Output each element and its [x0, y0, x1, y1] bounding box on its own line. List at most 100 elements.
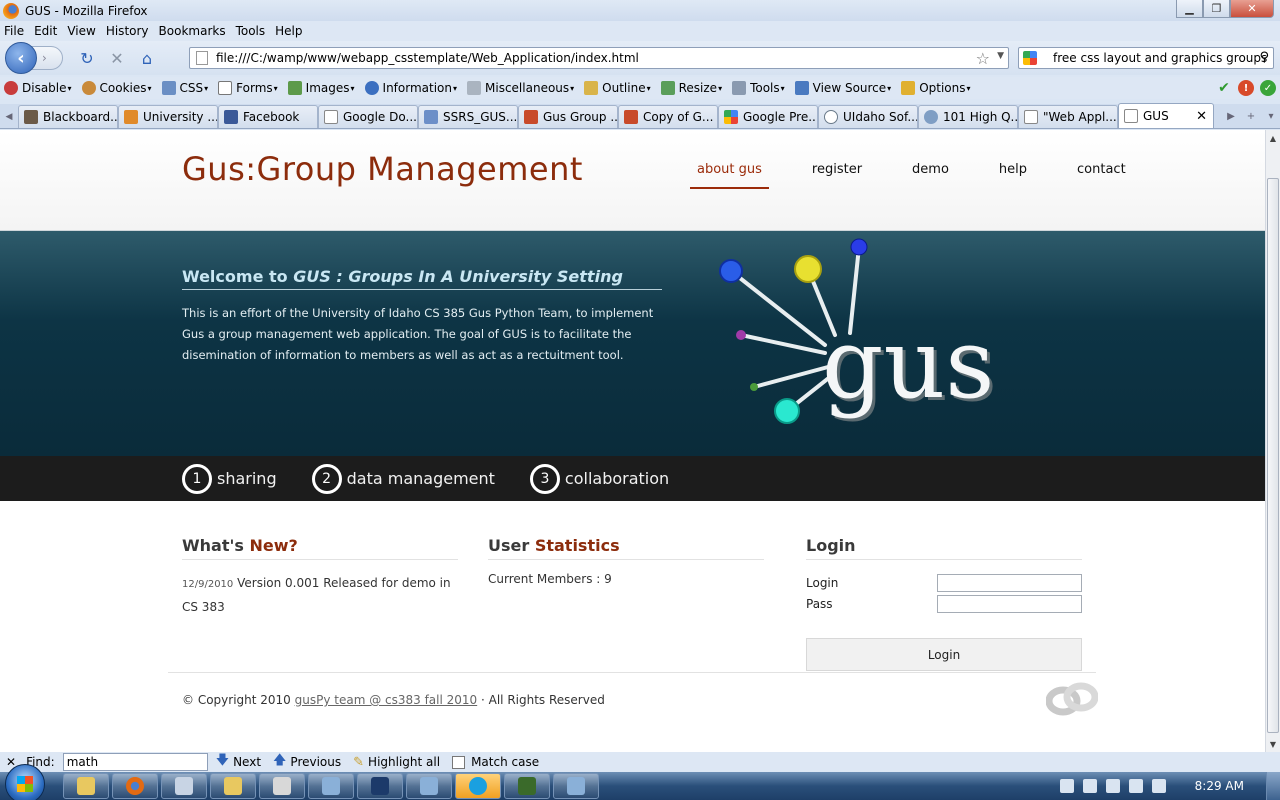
team-link[interactable]: gusPy team @ cs383 fall 2010 — [295, 693, 478, 707]
network-signal-icon[interactable] — [1128, 779, 1143, 793]
site-logo[interactable]: Gus:Group Management — [182, 150, 583, 188]
tab-copy-of-g[interactable]: Copy of G... — [618, 105, 718, 128]
dev-options[interactable]: Options ▾ — [901, 81, 971, 95]
user-statistics-section: User Statistics Current Members : 9 — [488, 536, 764, 586]
dev-disable[interactable]: Disable ▾ — [4, 81, 72, 95]
feature-data-management: 2 data management — [311, 463, 495, 494]
taskbar-explorer[interactable] — [63, 773, 109, 799]
tab-scroll-right-icon[interactable]: ▶ — [1222, 106, 1240, 126]
find-previous-button[interactable]: 🡅 Previous — [273, 751, 341, 773]
skype-icon — [469, 777, 487, 795]
maximize-button[interactable]: ❐ — [1203, 0, 1230, 18]
dev-view-source[interactable]: View Source ▾ — [794, 81, 891, 95]
login-button[interactable]: Login — [806, 638, 1082, 671]
login-field[interactable] — [937, 573, 1082, 592]
feature-number: 1 — [182, 463, 212, 494]
volume-icon[interactable] — [1082, 779, 1097, 793]
dev-outline[interactable]: Outline ▾ — [584, 81, 651, 95]
new-tab-icon[interactable]: + — [1242, 106, 1260, 126]
find-input[interactable] — [62, 753, 208, 771]
menu-history[interactable]: History — [106, 24, 149, 38]
search-bar[interactable]: free css layout and graphics groups ⚲ — [1018, 47, 1274, 69]
feature-label: collaboration — [564, 469, 670, 488]
nav-help[interactable]: help — [992, 162, 1034, 189]
tab-google-docs[interactable]: Google Do... — [318, 105, 418, 128]
stop-icon[interactable]: ✕ — [107, 48, 127, 68]
show-desktop-button[interactable] — [1266, 772, 1280, 800]
menu-bookmarks[interactable]: Bookmarks — [159, 24, 226, 38]
scroll-down-icon[interactable]: ▼ — [1266, 737, 1280, 751]
tab-blackboard[interactable]: Blackboard... — [18, 105, 118, 128]
url-dropdown-icon[interactable]: ▼ — [997, 51, 1004, 61]
dev-information[interactable]: Information ▾ — [364, 81, 457, 95]
menu-help[interactable]: Help — [275, 24, 302, 38]
scrollbar-thumb[interactable] — [1267, 178, 1279, 733]
tab-web-appl[interactable]: "Web Appl... — [1018, 105, 1118, 128]
highlight-all-button[interactable]: ✎ Highlight all — [353, 755, 440, 770]
dev-css[interactable]: CSS ▾ — [161, 81, 208, 95]
tab-gus-group[interactable]: Gus Group ... — [518, 105, 618, 128]
close-tab-icon[interactable]: ✕ — [1196, 109, 1207, 124]
reload-icon[interactable]: ↻ — [77, 48, 97, 68]
taskbar-firefox[interactable] — [112, 773, 158, 799]
taskbar-app-4[interactable] — [210, 773, 256, 799]
address-bar[interactable]: file:///C:/wamp/www/webapp_csstemplate/W… — [189, 47, 1009, 69]
usb-icon[interactable] — [1059, 779, 1074, 793]
find-next-button[interactable]: 🡇 Next — [216, 751, 261, 773]
menu-view[interactable]: View — [67, 24, 95, 38]
start-button[interactable] — [5, 764, 45, 800]
menu-file[interactable]: File — [4, 24, 24, 38]
disable-icon — [4, 81, 18, 95]
tab-scroll-left-icon[interactable]: ◀ — [0, 106, 18, 128]
login-form: Login Pass Login — [806, 572, 1082, 671]
taskbar-dreamweaver[interactable] — [504, 773, 550, 799]
clock[interactable]: 8:29 AM — [1195, 779, 1244, 793]
menu-tools[interactable]: Tools — [236, 24, 266, 38]
minimize-button[interactable]: ▁ — [1176, 0, 1203, 18]
tab-university[interactable]: University ... — [118, 105, 218, 128]
home-icon[interactable]: ⌂ — [137, 48, 157, 68]
search-icon[interactable]: ⚲ — [1259, 50, 1269, 65]
dev-forms[interactable]: Forms ▾ — [218, 81, 278, 95]
dev-resize[interactable]: Resize ▾ — [660, 81, 722, 95]
scroll-up-icon[interactable]: ▲ — [1266, 131, 1280, 145]
taskbar-photoshop[interactable] — [357, 773, 403, 799]
dev-cookies[interactable]: Cookies ▾ — [81, 81, 152, 95]
tab-gus-active[interactable]: GUS ✕ — [1118, 103, 1214, 128]
check-icon[interactable]: ✔ — [1216, 80, 1232, 96]
taskbar-app-11[interactable] — [553, 773, 599, 799]
flag-icon[interactable] — [1151, 779, 1166, 793]
match-case-checkbox[interactable]: Match case — [452, 755, 539, 769]
tab-ssrs-gus[interactable]: SSRS_GUS... — [418, 105, 518, 128]
taskbar-skype[interactable] — [455, 773, 501, 799]
dev-tools[interactable]: Tools ▾ — [732, 81, 785, 95]
nav-demo[interactable]: demo — [905, 162, 956, 189]
tab-uidaho-sof[interactable]: UIdaho Sof... — [818, 105, 918, 128]
power-icon[interactable] — [1105, 779, 1120, 793]
page-viewport: Gus:Group Management about gus register … — [0, 130, 1265, 752]
nav-about-gus[interactable]: about gus — [690, 162, 769, 189]
tab-google-pre[interactable]: Google Pre... — [718, 105, 818, 128]
close-window-button[interactable]: ✕ — [1230, 0, 1274, 18]
bookmark-star-icon[interactable]: ☆ — [976, 49, 990, 68]
valid-icon[interactable]: ✓ — [1260, 80, 1276, 96]
taskbar-app-3[interactable] — [161, 773, 207, 799]
dev-miscellaneous[interactable]: Miscellaneous ▾ — [467, 81, 574, 95]
taskbar-app-6[interactable] — [308, 773, 354, 799]
taskbar-app-8[interactable] — [406, 773, 452, 799]
nav-register[interactable]: register — [805, 162, 869, 189]
taskbar-app-5[interactable] — [259, 773, 305, 799]
menu-edit[interactable]: Edit — [34, 24, 57, 38]
tab-facebook[interactable]: Facebook — [218, 105, 318, 128]
error-icon[interactable]: ! — [1238, 80, 1254, 96]
list-tabs-icon[interactable]: ▾ — [1262, 106, 1280, 126]
url-text[interactable]: file:///C:/wamp/www/webapp_csstemplate/W… — [216, 51, 639, 65]
vertical-scrollbar[interactable]: ▲ ▼ — [1265, 130, 1280, 752]
tab-101-high[interactable]: 101 High Q... — [918, 105, 1018, 128]
dev-images[interactable]: Images ▾ — [287, 81, 355, 95]
search-input[interactable]: free css layout and graphics groups — [1053, 51, 1267, 65]
password-field[interactable] — [937, 594, 1082, 613]
back-button[interactable]: ‹ — [5, 42, 37, 74]
google-icon[interactable] — [1023, 51, 1037, 65]
nav-contact[interactable]: contact — [1070, 162, 1133, 189]
